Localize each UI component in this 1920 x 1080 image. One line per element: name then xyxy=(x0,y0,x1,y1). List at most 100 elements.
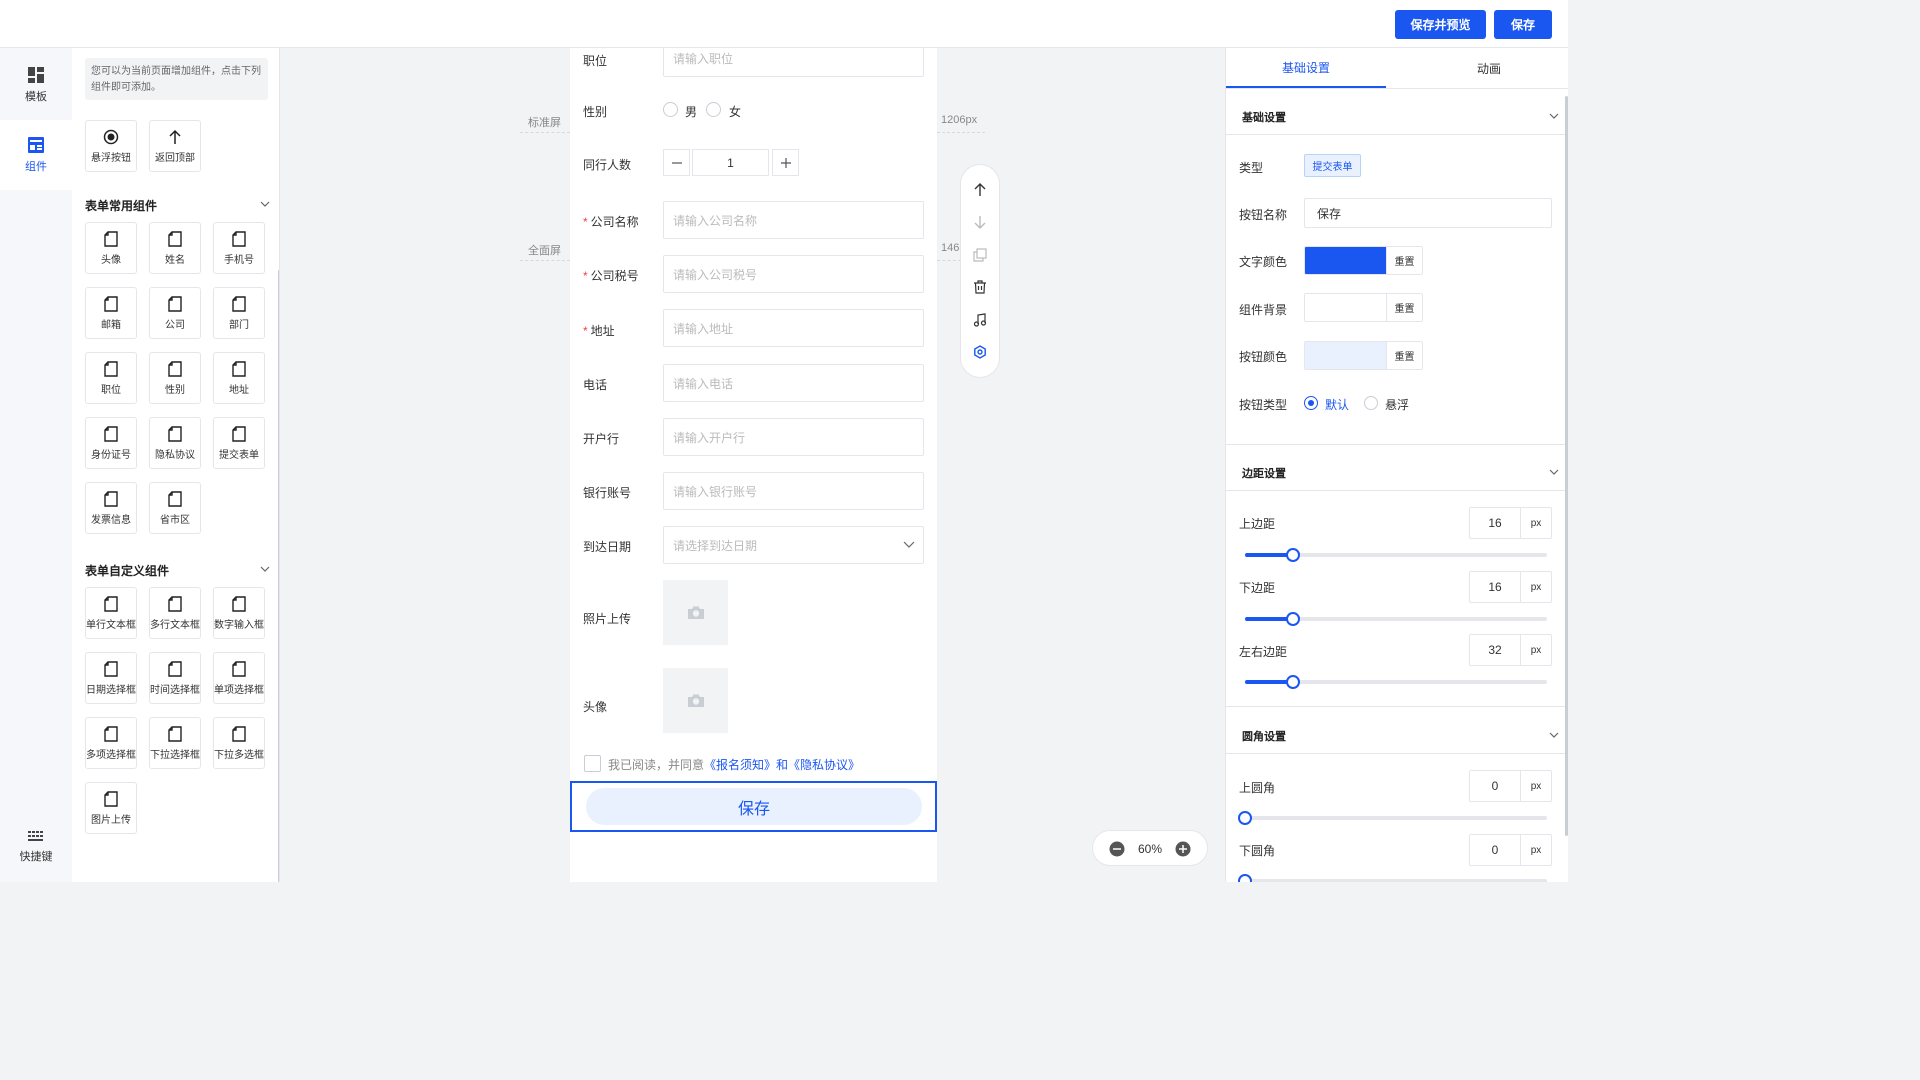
top-radius-input[interactable]: 0 px xyxy=(1469,770,1552,802)
nav-item-components[interactable]: 组件 xyxy=(0,120,72,190)
slider-handle[interactable] xyxy=(1238,811,1252,825)
slider-handle[interactable] xyxy=(1286,548,1300,562)
move-down-button[interactable] xyxy=(970,212,990,232)
component-tile[interactable]: 多项选择框 xyxy=(85,717,137,769)
bottom-margin-input[interactable]: 16 px xyxy=(1469,571,1552,603)
component-tile[interactable]: 提交表单 xyxy=(213,417,265,469)
tax-input[interactable]: 请输入公司税号 xyxy=(663,255,924,293)
chevron-down-icon[interactable] xyxy=(1549,112,1559,120)
bank-input[interactable]: 请输入开户行 xyxy=(663,418,924,456)
button-type-default-radio[interactable] xyxy=(1304,396,1318,410)
delete-button[interactable] xyxy=(970,277,990,297)
component-tile[interactable]: 邮箱 xyxy=(85,287,137,339)
tile-float-button[interactable]: 悬浮按钮 xyxy=(85,120,137,172)
component-tile[interactable]: 发票信息 xyxy=(85,482,137,534)
copy-button[interactable] xyxy=(970,245,990,265)
phone-input[interactable]: 请输入电话 xyxy=(663,364,924,402)
component-tile[interactable]: 日期选择框 xyxy=(85,652,137,704)
component-tile[interactable]: 单项选择框 xyxy=(213,652,265,704)
reset-button[interactable]: 重置 xyxy=(1386,294,1422,321)
component-tile[interactable]: 多行文本框 xyxy=(149,587,201,639)
gender-female-radio[interactable] xyxy=(706,102,721,117)
company-input[interactable]: 请输入公司名称 xyxy=(663,201,924,239)
color-swatch[interactable] xyxy=(1305,247,1386,274)
reset-button[interactable]: 重置 xyxy=(1386,247,1422,274)
slider-handle[interactable] xyxy=(1286,612,1300,626)
color-swatch[interactable] xyxy=(1305,342,1386,369)
component-tile[interactable]: 头像 xyxy=(85,222,137,274)
position-input[interactable]: 请输入职位 xyxy=(663,48,924,77)
side-margin-input[interactable]: 32 px xyxy=(1469,634,1552,666)
stepper-value[interactable]: 1 xyxy=(692,149,769,176)
chevron-down-icon[interactable] xyxy=(260,200,270,208)
color-swatch[interactable] xyxy=(1305,294,1386,321)
gender-male-radio[interactable] xyxy=(663,102,678,117)
tab-animation[interactable]: 动画 xyxy=(1409,48,1568,88)
top-radius-slider[interactable] xyxy=(1238,811,1547,825)
component-tile[interactable]: 隐私协议 xyxy=(149,417,201,469)
top-margin-input[interactable]: 16 px xyxy=(1469,507,1552,539)
tile-back-to-top[interactable]: 返回顶部 xyxy=(149,120,201,172)
component-tile[interactable]: 省市区 xyxy=(149,482,201,534)
settings-scrollbar[interactable] xyxy=(1565,96,1568,836)
slider-handle[interactable] xyxy=(1286,675,1300,689)
zoom-out-icon[interactable] xyxy=(1109,841,1125,857)
component-tile[interactable]: 数字输入框 xyxy=(213,587,265,639)
component-tile[interactable]: 地址 xyxy=(213,352,265,404)
component-tile[interactable]: 部门 xyxy=(213,287,265,339)
nav-item-shortcuts[interactable]: 快捷键 xyxy=(0,812,72,882)
avatar-upload[interactable] xyxy=(663,668,728,733)
account-input[interactable]: 请输入银行账号 xyxy=(663,472,924,510)
component-tile[interactable]: 下拉多选框 xyxy=(213,717,265,769)
music-button[interactable] xyxy=(970,310,990,330)
bottom-radius-input[interactable]: 0 px xyxy=(1469,834,1552,866)
button-color-picker[interactable]: 重置 xyxy=(1304,341,1423,370)
move-up-button[interactable] xyxy=(970,180,990,200)
agree-link[interactable]: 《报名须知》和《隐私协议》 xyxy=(704,758,860,772)
text-color-picker[interactable]: 重置 xyxy=(1304,246,1423,275)
arrival-date-select[interactable]: 请选择到达日期 xyxy=(663,526,924,564)
component-tile[interactable]: 姓名 xyxy=(149,222,201,274)
component-tile[interactable]: 时间选择框 xyxy=(149,652,201,704)
section-title-basic: 基础设置 xyxy=(1242,112,1286,124)
address-input[interactable]: 请输入地址 xyxy=(663,309,924,347)
component-tile[interactable]: 身份证号 xyxy=(85,417,137,469)
component-tile[interactable]: 公司 xyxy=(149,287,201,339)
component-tile[interactable]: 职位 xyxy=(85,352,137,404)
background-color-picker[interactable]: 重置 xyxy=(1304,293,1423,322)
agree-checkbox[interactable] xyxy=(584,755,601,772)
slider-handle[interactable] xyxy=(1238,874,1252,882)
component-tile[interactable]: 性别 xyxy=(149,352,201,404)
side-margin-slider[interactable] xyxy=(1245,675,1547,689)
phone-preview: 职位 请输入职位 性别 男 女 同行人数 1 * 公司名称 请输入公司名称 * 公司… xyxy=(570,48,937,882)
save-and-preview-button[interactable]: 保存并预览 xyxy=(1395,10,1486,39)
button-type-float-radio[interactable] xyxy=(1364,396,1378,410)
chevron-down-icon[interactable] xyxy=(1549,731,1559,739)
stepper-minus-button[interactable] xyxy=(663,149,690,176)
chevron-down-icon[interactable] xyxy=(260,565,270,573)
component-tile[interactable]: 下拉选择框 xyxy=(149,717,201,769)
file-icon xyxy=(232,595,246,612)
form-save-button[interactable]: 保存 xyxy=(586,788,922,825)
top-margin-slider[interactable] xyxy=(1245,548,1547,562)
reset-button[interactable]: 重置 xyxy=(1386,342,1422,369)
save-button[interactable]: 保存 xyxy=(1494,10,1552,39)
nav-item-templates[interactable]: 模板 xyxy=(0,50,72,120)
bottom-margin-slider[interactable] xyxy=(1245,612,1547,626)
component-tile[interactable]: 图片上传 xyxy=(85,782,137,834)
component-tile[interactable]: 单行文本框 xyxy=(85,587,137,639)
zoom-in-icon[interactable] xyxy=(1175,841,1191,857)
bottom-radius-slider[interactable] xyxy=(1238,874,1547,882)
component-tile[interactable]: 手机号 xyxy=(213,222,265,274)
selected-component-frame[interactable]: 保存 xyxy=(570,781,937,832)
settings-button[interactable] xyxy=(970,342,990,362)
photo-upload[interactable] xyxy=(663,580,728,645)
camera-icon xyxy=(687,694,704,707)
stepper-plus-button[interactable] xyxy=(772,149,799,176)
tile-label: 性别 xyxy=(165,384,185,396)
chevron-down-icon[interactable] xyxy=(1549,468,1559,476)
tab-basic-settings[interactable]: 基础设置 xyxy=(1226,48,1386,88)
button-name-input[interactable]: 保存 xyxy=(1304,198,1552,228)
field-label: 照片上传 xyxy=(583,612,632,626)
file-icon xyxy=(168,230,182,247)
